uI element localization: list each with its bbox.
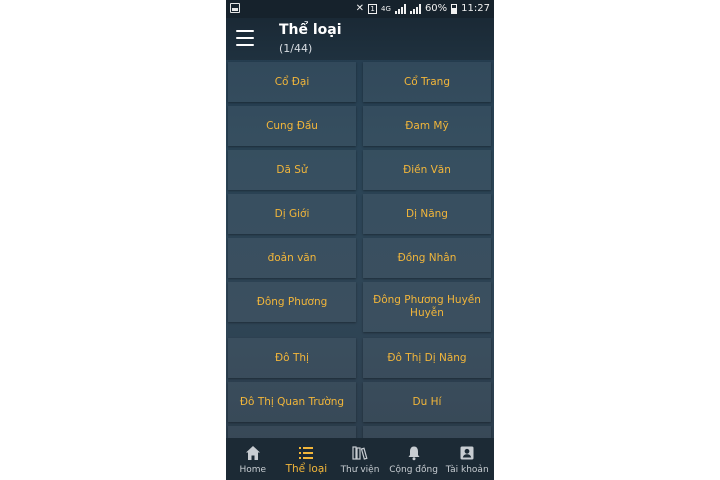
category-item[interactable]: Cổ Trang xyxy=(363,62,491,102)
status-icons: ✕ 1 4G 60% 11:27 xyxy=(356,2,490,16)
category-item[interactable]: Đông Phương Huyền Huyễn xyxy=(363,282,491,332)
nav-label: Home xyxy=(239,465,267,475)
category-item[interactable]: Đô Thị xyxy=(228,338,356,378)
gallery-notification-icon xyxy=(230,3,240,13)
category-item[interactable]: Dị Giới xyxy=(228,194,356,234)
library-icon xyxy=(352,445,368,461)
category-item[interactable]: Du Hí xyxy=(363,382,491,422)
nav-label: Tài khoản xyxy=(445,465,489,475)
page-title: Thể loại xyxy=(279,22,342,38)
nav-community[interactable]: Cộng đồng xyxy=(387,438,441,480)
nav-label: Thể loại xyxy=(285,463,328,475)
account-icon xyxy=(459,445,475,461)
category-item[interactable]: Đồng Nhân xyxy=(363,238,491,278)
category-item[interactable]: Cung Đấu xyxy=(228,106,356,146)
bottom-navigation: Home Thể loại Thư viện Cộng đồng Tài kho… xyxy=(226,438,494,480)
list-icon xyxy=(298,445,314,461)
nav-home[interactable]: Home xyxy=(226,438,280,480)
page-counter: (1/44) xyxy=(279,42,313,55)
status-bar: ✕ 1 4G 60% 11:27 xyxy=(226,0,494,18)
category-item[interactable]: Điền Văn xyxy=(363,150,491,190)
signal-icon xyxy=(394,4,406,14)
home-icon xyxy=(245,445,261,461)
category-item[interactable]: Đông Phương xyxy=(228,282,356,322)
nav-categories[interactable]: Thể loại xyxy=(280,438,334,480)
nav-label: Cộng đồng xyxy=(389,465,438,475)
hamburger-menu-icon[interactable] xyxy=(236,30,254,46)
phone-screen: ✕ 1 4G 60% 11:27 Thể loại (1/44) Cổ Đại … xyxy=(226,0,494,480)
signal-icon-2 xyxy=(409,4,421,14)
battery-percent: 60% xyxy=(424,3,448,14)
category-item[interactable]: Cổ Đại xyxy=(228,62,356,102)
network-type-icon: 4G xyxy=(381,5,391,13)
category-item[interactable]: Đô Thị Dị Năng xyxy=(363,338,491,378)
category-item[interactable]: Dã Sử xyxy=(228,150,356,190)
nav-library[interactable]: Thư viện xyxy=(333,438,387,480)
category-item[interactable]: Đô Thị Quan Trường xyxy=(228,382,356,422)
bell-icon xyxy=(406,445,422,461)
nav-account[interactable]: Tài khoản xyxy=(440,438,494,480)
clock: 11:27 xyxy=(461,3,490,14)
nav-label: Thư viện xyxy=(340,465,380,475)
category-item[interactable]: Đam Mỹ xyxy=(363,106,491,146)
battery-icon xyxy=(451,4,458,14)
sim-icon: 1 xyxy=(368,4,378,14)
app-bar: Thể loại (1/44) xyxy=(226,18,494,60)
mute-icon: ✕ xyxy=(355,3,365,14)
category-item[interactable]: đoản văn xyxy=(228,238,356,278)
category-item[interactable]: Dị Năng xyxy=(363,194,491,234)
